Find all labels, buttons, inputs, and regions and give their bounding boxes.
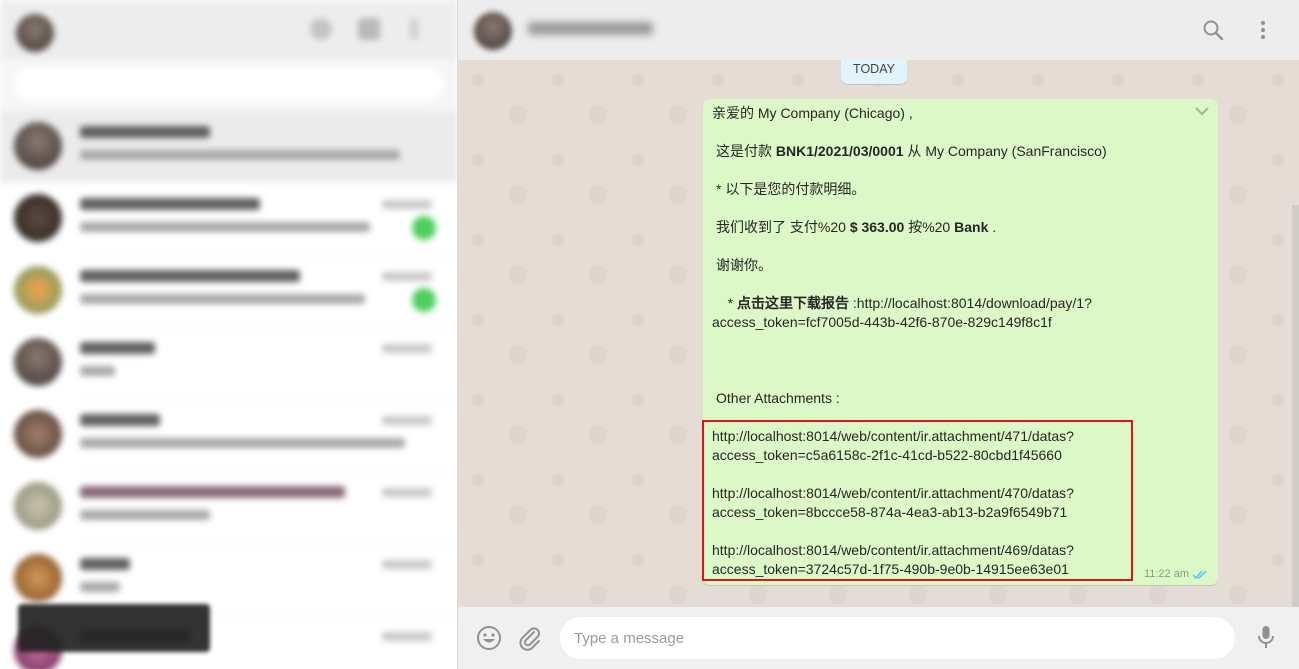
chat-list-item[interactable] (0, 398, 457, 470)
chat-list-item[interactable] (0, 326, 457, 398)
attachment-link-url[interactable]: http://localhost:8014/web/content/ir.att… (712, 427, 1074, 446)
unread-badge (412, 216, 436, 240)
unread-badge (412, 288, 436, 312)
chat-time (382, 200, 432, 209)
conversation-panel: TODAY 亲爱的 My Company (Chicago) , 这是付款 BN… (458, 0, 1299, 669)
attachment-link-token[interactable]: access_token=8bccce58-874a-4ea3-ab13-b2a… (712, 503, 1067, 522)
message-time: 11:22 am (1143, 568, 1189, 580)
payment-reference: BNK1/2021/03/0001 (775, 143, 904, 159)
chat-list-item[interactable] (0, 110, 457, 182)
attachments-label: Other Attachments : (716, 390, 840, 406)
chat-time (382, 272, 432, 281)
avatar (14, 410, 62, 458)
chat-preview (80, 582, 120, 592)
payment-amount: $ 363.00 (849, 219, 905, 235)
toast-notification (18, 604, 210, 652)
menu-icon[interactable] (1251, 18, 1275, 42)
double-check-icon (1192, 569, 1207, 579)
avatar (14, 554, 62, 602)
attachment-link-token[interactable]: access_token=3724c57d-1f75-490b-9e0b-149… (712, 560, 1069, 579)
mic-icon[interactable] (1253, 624, 1279, 650)
chat-name (80, 198, 260, 210)
chevron-down-icon[interactable] (1194, 105, 1210, 117)
attachment-link-url[interactable]: http://localhost:8014/web/content/ir.att… (712, 541, 1074, 560)
menu-icon[interactable] (410, 18, 418, 40)
message-received-line: 我们收到了 支付%20 $ 363.00 按%20 Bank . (716, 219, 997, 235)
download-link-label[interactable]: 点击这里下载报告 (737, 295, 849, 311)
chat-preview (80, 438, 405, 448)
chat-preview (80, 294, 365, 304)
chat-name (80, 342, 155, 354)
attachment-link-token[interactable]: access_token=c5a6158c-2f1c-41cd-b522-80c… (712, 446, 1062, 465)
scrollbar[interactable] (1292, 205, 1299, 607)
chat-name (80, 414, 160, 426)
avatar (14, 122, 62, 170)
avatar (14, 194, 62, 242)
avatar (14, 266, 62, 314)
message-thanks: 谢谢你。 (716, 257, 772, 273)
chat-search[interactable] (0, 60, 457, 108)
composer (458, 607, 1299, 669)
chat-name (80, 558, 130, 570)
attach-icon[interactable] (517, 625, 543, 651)
search-icon[interactable] (1201, 18, 1225, 42)
chat-time (382, 416, 432, 425)
chat-preview (80, 222, 370, 232)
chat-list-panel (0, 0, 458, 669)
avatar (14, 482, 62, 530)
status-icon[interactable] (310, 18, 332, 40)
message-input[interactable] (560, 617, 1235, 659)
contact-name[interactable] (528, 22, 653, 35)
chat-name (80, 270, 300, 282)
chat-header[interactable] (458, 0, 1299, 60)
attachment-link-url[interactable]: http://localhost:8014/web/content/ir.att… (712, 484, 1074, 503)
chat-time (382, 560, 432, 569)
message-greeting: 亲爱的 My Company (Chicago) , (712, 105, 913, 121)
chat-preview (80, 366, 115, 376)
left-header (0, 0, 457, 60)
emoji-icon[interactable] (476, 625, 502, 651)
contact-avatar[interactable] (474, 12, 512, 50)
new-chat-icon[interactable] (358, 18, 380, 40)
chat-time (382, 632, 432, 641)
download-link-line: * 点击这里下载报告 :http://localhost:8014/downlo… (716, 295, 1092, 311)
chat-time (382, 488, 432, 497)
chat-search-input[interactable] (14, 68, 443, 100)
chat-time (382, 344, 432, 353)
download-link-token[interactable]: access_token=fcf7005d-443b-42f6-870e-829… (712, 313, 1052, 332)
chat-list-item[interactable] (0, 182, 457, 254)
message-area[interactable]: TODAY 亲爱的 My Company (Chicago) , 这是付款 BN… (458, 60, 1299, 607)
message-meta: 11:22 am (1144, 568, 1208, 580)
bank-name: Bank (954, 219, 989, 235)
chat-list-item[interactable] (0, 254, 457, 326)
date-divider: TODAY (841, 60, 907, 84)
download-link-url[interactable]: :http://localhost:8014/download/pay/1? (849, 295, 1092, 311)
chat-name (80, 486, 345, 498)
my-avatar[interactable] (16, 14, 54, 52)
message-details-line: * 以下是您的付款明细。 (716, 181, 866, 197)
chat-list-item[interactable] (0, 470, 457, 542)
avatar (14, 338, 62, 386)
chat-preview (80, 510, 210, 520)
chat-preview (80, 150, 400, 160)
message-bubble[interactable]: 亲爱的 My Company (Chicago) , 这是付款 BNK1/202… (702, 99, 1218, 585)
message-payment-line: 这是付款 BNK1/2021/03/0001 从 My Company (San… (716, 143, 1107, 159)
chat-name (80, 126, 210, 138)
